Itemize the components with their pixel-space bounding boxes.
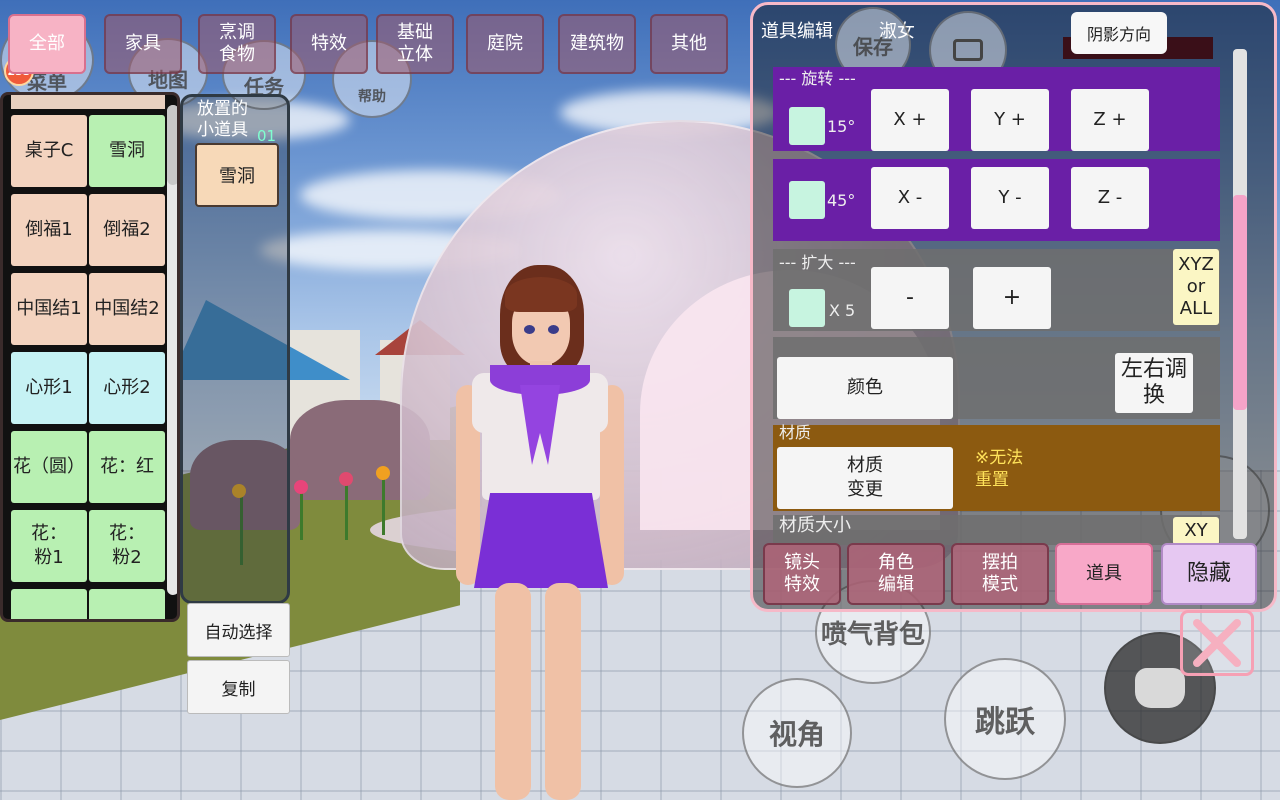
item-list-scroll-thumb[interactable] — [167, 105, 177, 185]
rotate-15-label: 15° — [827, 117, 856, 136]
placed-item-snow-cave[interactable]: 雪洞 — [195, 143, 279, 207]
item-editor-panel: 道具编辑 淑女 保存 0 阴影方向 --- 旋转 --- 15° X + Y +… — [750, 2, 1277, 612]
rotate-z-minus-button[interactable]: Z - — [1071, 167, 1149, 229]
rotate-45-checkbox[interactable] — [789, 181, 825, 219]
auto-select-button[interactable]: 自动选择 — [187, 603, 290, 657]
tab-props[interactable]: 道具 — [1055, 543, 1153, 605]
item-flower-red[interactable]: 花：红 — [89, 431, 165, 503]
rotate-x-minus-button[interactable]: X - — [871, 167, 949, 229]
material-note: ※无法 重置 — [975, 448, 1024, 490]
item-flower-round[interactable]: 花（圆） — [11, 431, 87, 503]
tab-buildings[interactable]: 建筑物 — [558, 14, 636, 74]
item-flower-pink-1[interactable]: 花： 粉1 — [11, 510, 87, 582]
item-partial[interactable] — [11, 589, 87, 619]
item-table-c[interactable]: 桌子C — [11, 115, 87, 187]
scale-plus-button[interactable]: + — [973, 267, 1051, 329]
rotate-z-plus-button[interactable]: Z + — [1071, 89, 1149, 151]
tab-effects[interactable]: 特效 — [290, 14, 368, 74]
close-button[interactable] — [1180, 610, 1254, 676]
rotate-y-plus-button[interactable]: Y + — [971, 89, 1049, 151]
item-snow-cave[interactable]: 雪洞 — [89, 115, 165, 187]
placed-items-title: 放置的 小道具 — [197, 99, 248, 140]
flower-stem — [345, 480, 348, 540]
shadow-direction-button[interactable]: 阴影方向 — [1071, 12, 1167, 54]
editor-title: 道具编辑 — [761, 21, 833, 42]
flower — [294, 480, 308, 494]
item-fu-2[interactable]: 倒福2 — [89, 194, 165, 266]
flower-stem — [300, 490, 303, 540]
rotate-label: --- 旋转 --- — [779, 69, 856, 88]
rotate-y-minus-button[interactable]: Y - — [971, 167, 1049, 229]
tab-character-edit[interactable]: 角色 编辑 — [847, 543, 945, 605]
camera-icon — [953, 39, 983, 61]
view-button[interactable]: 视角 — [742, 678, 852, 788]
rotate-45-label: 45° — [827, 191, 856, 210]
copy-button[interactable]: 复制 — [187, 660, 290, 714]
placed-items-panel: 放置的 小道具 01 雪洞 — [180, 94, 290, 604]
flower — [339, 472, 353, 486]
hide-button[interactable]: 隐藏 — [1161, 543, 1257, 605]
xy-toggle[interactable]: XY — [1173, 517, 1219, 545]
tab-all[interactable]: 全部 — [8, 14, 86, 74]
tab-food[interactable]: 烹调 食物 — [198, 14, 276, 74]
material-change-button[interactable]: 材质 变更 — [777, 447, 953, 509]
flower — [376, 466, 390, 480]
editor-scroll-thumb[interactable] — [1233, 195, 1247, 410]
tab-pose-mode[interactable]: 摆拍 模式 — [951, 543, 1049, 605]
rotate-15-checkbox[interactable] — [789, 107, 825, 145]
item-knot-1[interactable]: 中国结1 — [11, 273, 87, 345]
tab-furniture[interactable]: 家具 — [104, 14, 182, 74]
fist-icon — [1135, 668, 1185, 708]
item-heart-2[interactable]: 心形2 — [89, 352, 165, 424]
swap-button[interactable]: 左右调 换 — [1115, 353, 1193, 413]
scale-x5-label: X 5 — [829, 301, 856, 320]
material-label: 材质 — [779, 423, 812, 442]
scale-label: --- 扩大 --- — [779, 253, 856, 272]
item-list-panel: 桌子C 雪洞 倒福1 倒福2 中国结1 中国结2 心形1 心形2 花（圆） 花：… — [0, 92, 180, 622]
scale-x5-checkbox[interactable] — [789, 289, 825, 327]
flower-stem — [382, 475, 385, 535]
rotate-x-plus-button[interactable]: X + — [871, 89, 949, 151]
item-knot-2[interactable]: 中国结2 — [89, 273, 165, 345]
item-fu-1[interactable]: 倒福1 — [11, 194, 87, 266]
material-size-label: 材质大小 — [779, 515, 851, 536]
player-character — [450, 265, 630, 800]
tab-camera-effects[interactable]: 镜头 特效 — [763, 543, 841, 605]
item-heart-1[interactable]: 心形1 — [11, 352, 87, 424]
tab-garden[interactable]: 庭院 — [466, 14, 544, 74]
jump-button[interactable]: 跳跃 — [944, 658, 1066, 780]
color-button[interactable]: 颜色 — [777, 357, 953, 419]
xyz-all-toggle[interactable]: XYZ or ALL — [1173, 249, 1219, 325]
scale-minus-button[interactable]: - — [871, 267, 949, 329]
item-flower-pink-2[interactable]: 花： 粉2 — [89, 510, 165, 582]
close-icon — [1193, 619, 1241, 667]
item-list-top — [11, 95, 165, 109]
item-partial[interactable] — [89, 589, 165, 619]
tab-other[interactable]: 其他 — [650, 14, 728, 74]
tab-basic-shapes[interactable]: 基础 立体 — [376, 14, 454, 74]
